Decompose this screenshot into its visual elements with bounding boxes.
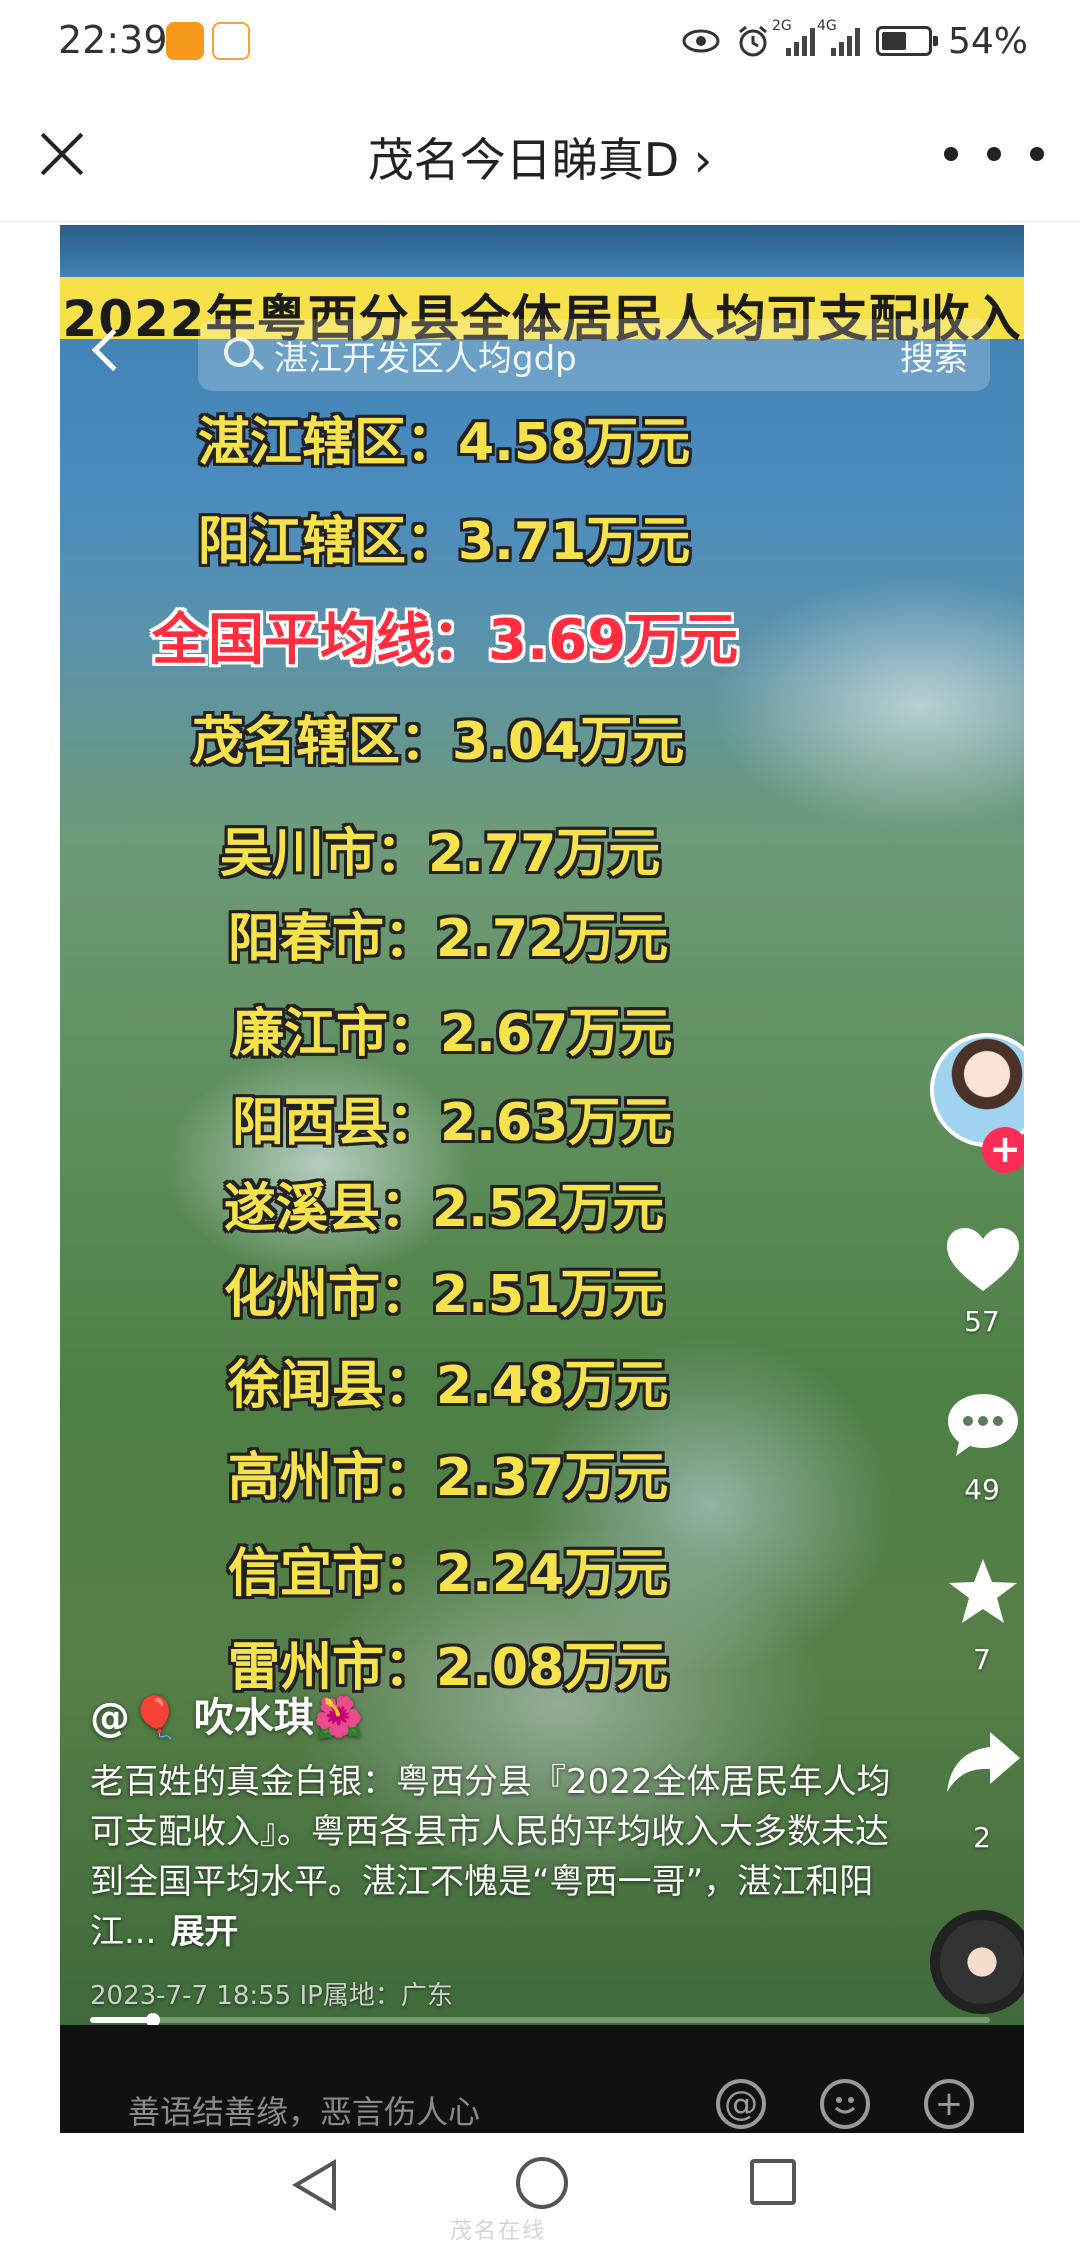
side-action-bar: + 57 49 7 2 (930, 225, 1024, 2025)
ranking-item: 吴川市：2.77万元 (220, 824, 661, 884)
music-disc-icon[interactable] (930, 1910, 1024, 2014)
author-name[interactable]: @🎈 吹水琪🌺 (90, 1685, 920, 1743)
ranking-item: 信宜市：2.24万元 (228, 1544, 669, 1604)
video-progress-bar[interactable] (90, 2013, 990, 2025)
ranking-item: 廉江市：2.67万元 (232, 1004, 673, 1064)
progress-knob[interactable] (146, 2013, 160, 2025)
comment-bar: 善语结善缘，恶言伤人心 @ + (60, 2025, 1024, 2133)
emoji-face-icon (835, 2097, 855, 2114)
notification-app-icon-2 (212, 22, 250, 60)
ranking-item: 阳江辖区：3.71万元 (198, 512, 691, 572)
comment-icon[interactable] (944, 1390, 1022, 1460)
ranking-item: 化州市：2.51万元 (224, 1265, 665, 1325)
title-bar: 茂名今日睇真D › (0, 86, 1080, 222)
more-options-button[interactable] (944, 134, 1044, 174)
video-player[interactable]: 2022年粤西分县全体居民人均可支配收入 湛江开发区人均gdp 搜索 湛江辖区：… (60, 225, 1024, 2025)
status-indicators: 2G 4G 54% (682, 16, 1028, 66)
ranking-item: 徐闻县：2.48万元 (228, 1356, 669, 1416)
share-icon[interactable] (944, 1728, 1022, 1798)
ranking-item: 茂名辖区：3.04万元 (192, 712, 685, 772)
progress-fill (90, 2017, 153, 2023)
nav-back-icon[interactable] (292, 2159, 336, 2211)
notification-app-icon (166, 22, 204, 60)
emoji-icon[interactable] (820, 2079, 870, 2129)
ranking-item: 湛江辖区：4.58万元 (198, 413, 691, 473)
signal-4g-icon: 4G (817, 18, 860, 56)
comment-count: 49 (964, 1473, 1000, 1506)
video-caption: @🎈 吹水琪🌺 老百姓的真金白银：粤西分县『2022全体居民年人均可支配收入』。… (90, 1685, 920, 2012)
post-meta: 2023-7-7 18:55 IP属地：广东 (90, 1981, 453, 2011)
heart-icon[interactable] (944, 1225, 1022, 1295)
watermark: 茂名在线 (450, 2219, 547, 2244)
network-label: 2G (771, 18, 792, 34)
ranking-item: 遂溪县：2.52万元 (224, 1179, 665, 1239)
like-count: 57 (964, 1305, 1000, 1338)
income-ranking-list: 湛江辖区：4.58万元 阳江辖区：3.71万元全国平均线：3.69万元茂名辖区：3… (60, 225, 1024, 1925)
eye-icon (682, 29, 720, 53)
signal-2g-icon: 2G (772, 18, 815, 56)
status-bar: 22:39 2G 4G 54% (0, 0, 1080, 86)
ranking-item: 高州市：2.37万元 (228, 1448, 669, 1508)
ranking-item: 阳春市：2.72万元 (228, 909, 669, 969)
status-time: 22:39 (58, 18, 168, 62)
star-icon[interactable] (944, 1557, 1022, 1627)
battery-icon (875, 26, 938, 56)
mention-icon[interactable]: @ (716, 2079, 766, 2129)
ranking-national-average: 全国平均线：3.69万元 (152, 608, 739, 673)
follow-plus-button[interactable]: + (982, 1127, 1024, 1173)
nav-recents-icon[interactable] (750, 2159, 796, 2205)
comment-input[interactable]: 善语结善缘，恶言伤人心 (128, 2087, 480, 2133)
favorite-count: 7 (973, 1643, 991, 1676)
page-title[interactable]: 茂名今日睇真D › (0, 124, 1080, 190)
alarm-icon (739, 25, 767, 57)
share-count: 2 (973, 1821, 991, 1854)
ranking-item: 阳西县：2.63万元 (232, 1093, 673, 1153)
system-nav-bar: 茂名在线 (0, 2133, 1080, 2244)
expand-link[interactable]: 展开 (170, 1912, 238, 1952)
add-icon[interactable]: + (924, 2079, 974, 2129)
nav-home-icon[interactable] (516, 2157, 568, 2209)
battery-fill (881, 32, 906, 50)
battery-percent: 54% (947, 20, 1028, 62)
network-label-2: 4G (816, 18, 837, 34)
video-description: 老百姓的真金白银：粤西分县『2022全体居民年人均可支配收入』。粤西各县市人民的… (90, 1757, 920, 1957)
